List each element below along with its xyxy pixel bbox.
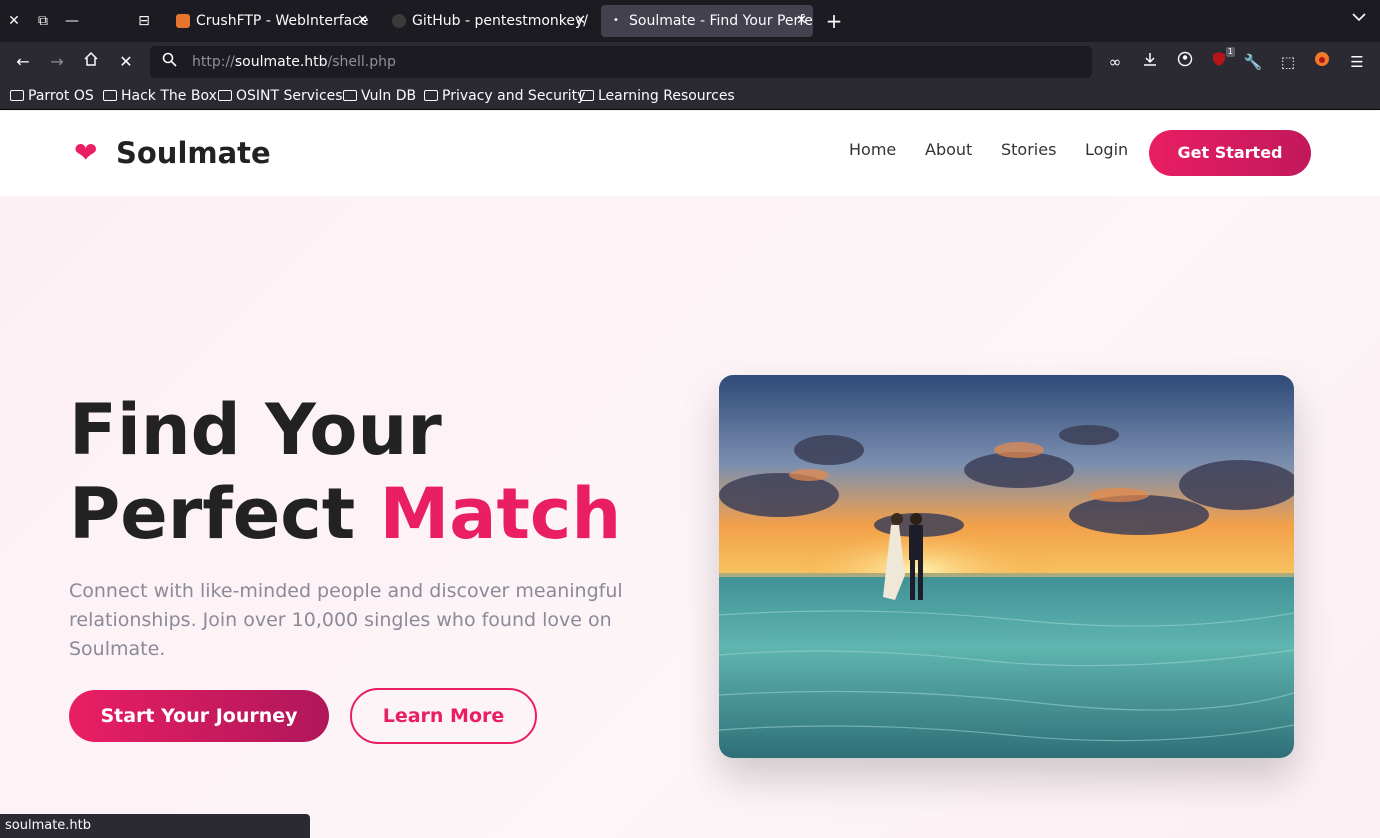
nav-login[interactable]: Login <box>1085 140 1128 160</box>
bookmark-label: OSINT Services <box>236 88 343 104</box>
tab-close-icon[interactable]: ✕ <box>575 5 586 37</box>
hero-title-line1: Find Your <box>69 389 442 471</box>
hero-title-accent: Match <box>379 473 622 555</box>
hero-title-line2: Perfect Match <box>69 472 621 556</box>
bookmark-folder[interactable]: Learning Resources <box>580 87 735 105</box>
wrench-icon[interactable]: 🔧 <box>1241 50 1265 74</box>
bookmark-folder[interactable]: Vuln DB <box>343 87 416 105</box>
tab-github[interactable]: GitHub - pentestmonkey/ ✕ <box>384 5 592 37</box>
hero-title: Find Your Perfect Match <box>69 388 621 556</box>
bookmark-folder[interactable]: Privacy and Security <box>424 87 585 105</box>
window-restore-icon[interactable]: ⧉ <box>33 11 53 31</box>
bookmark-label: Hack The Box <box>121 88 217 104</box>
nav-home[interactable]: Home <box>849 140 896 160</box>
status-url-tooltip: soulmate.htb <box>0 814 310 838</box>
bookmark-folder[interactable]: Hack The Box <box>103 87 217 105</box>
folder-icon <box>580 90 594 101</box>
nav-about[interactable]: About <box>925 140 972 160</box>
hero-section: Find Your Perfect Match Connect with lik… <box>0 196 1380 838</box>
foxyproxy-icon[interactable] <box>1310 50 1334 74</box>
new-tab-icon[interactable]: + <box>822 9 846 33</box>
hero-title-plain: Perfect <box>69 473 380 555</box>
start-journey-button[interactable]: Start Your Journey <box>69 690 329 742</box>
folder-icon <box>343 90 357 101</box>
tab-title: CrushFTP - WebInterface <box>196 13 369 29</box>
brand-name[interactable]: Soulmate <box>116 135 271 171</box>
tab-close-icon[interactable]: ✕ <box>796 5 807 37</box>
home-icon[interactable] <box>79 50 103 74</box>
url-scheme: http:// <box>192 54 235 70</box>
hero-lead: Connect with like-minded people and disc… <box>69 580 623 660</box>
tab-title: GitHub - pentestmonkey/ <box>412 13 589 29</box>
private-mask-icon[interactable]: ∞ <box>1103 50 1127 74</box>
tab-soulmate[interactable]: • Soulmate - Find Your Perfe ✕ <box>601 5 813 37</box>
get-started-button[interactable]: Get Started <box>1149 130 1311 176</box>
account-icon[interactable] <box>1173 50 1197 74</box>
downloads-icon[interactable] <box>1138 50 1162 74</box>
url-host: soulmate.htb <box>234 54 328 70</box>
hero-beach-couple-image <box>719 375 1294 758</box>
tab-crushftp[interactable]: CrushFTP - WebInterface ✕ <box>168 5 374 37</box>
learn-more-button[interactable]: Learn More <box>350 688 537 744</box>
extension-badge: 1 <box>1225 47 1235 57</box>
menu-hamburger-icon[interactable]: ☰ <box>1345 50 1369 74</box>
loading-dot-icon: • <box>613 15 619 26</box>
window-minimize-icon[interactable]: — <box>62 11 82 31</box>
bookmark-label: Parrot OS <box>28 88 94 104</box>
bookmark-label: Learning Resources <box>598 88 735 104</box>
list-all-tabs-icon[interactable] <box>1352 11 1366 26</box>
ublock-shield-icon[interactable]: 1 <box>1207 47 1235 74</box>
site-header: ❤ Soulmate Home About Stories Login Get … <box>0 111 1380 196</box>
folder-icon <box>10 90 24 101</box>
forward-icon[interactable]: → <box>45 50 69 74</box>
tab-title: Soulmate - Find Your Perfe <box>629 13 813 29</box>
tab-manager-icon[interactable]: ⊟ <box>134 11 154 31</box>
tab-close-icon[interactable]: ✕ <box>357 5 368 37</box>
bookmarks-bar: Parrot OS Hack The Box OSINT Services Vu… <box>0 82 1380 110</box>
browser-nav-bar: ← → ✕ http://soulmate.htb/shell.php ∞ 1 … <box>0 42 1380 82</box>
folder-icon <box>424 90 438 101</box>
stop-loading-icon[interactable]: ✕ <box>114 50 138 74</box>
crushftp-favicon-icon <box>176 14 190 28</box>
search-icon <box>162 52 177 71</box>
nav-stories[interactable]: Stories <box>1001 140 1056 160</box>
url-path: /shell.php <box>327 54 396 70</box>
bookmark-label: Vuln DB <box>361 88 417 104</box>
back-icon[interactable]: ← <box>11 50 35 74</box>
bookmark-folder[interactable]: OSINT Services <box>218 87 343 105</box>
folder-icon <box>103 90 117 101</box>
bookmark-folder[interactable]: Parrot OS <box>10 87 94 105</box>
extensions-puzzle-icon[interactable]: ⬚ <box>1276 50 1300 74</box>
folder-icon <box>218 90 232 101</box>
github-favicon-icon <box>392 14 406 28</box>
url-bar[interactable]: http://soulmate.htb/shell.php <box>150 46 1092 78</box>
heart-logo-icon: ❤ <box>74 136 98 169</box>
window-close-icon[interactable]: ✕ <box>4 11 24 31</box>
browser-tab-bar: ✕ ⧉ — ⊟ CrushFTP - WebInterface ✕ GitHub… <box>0 0 1380 42</box>
bookmark-label: Privacy and Security <box>442 88 586 104</box>
url-text[interactable]: http://soulmate.htb/shell.php <box>192 46 396 78</box>
